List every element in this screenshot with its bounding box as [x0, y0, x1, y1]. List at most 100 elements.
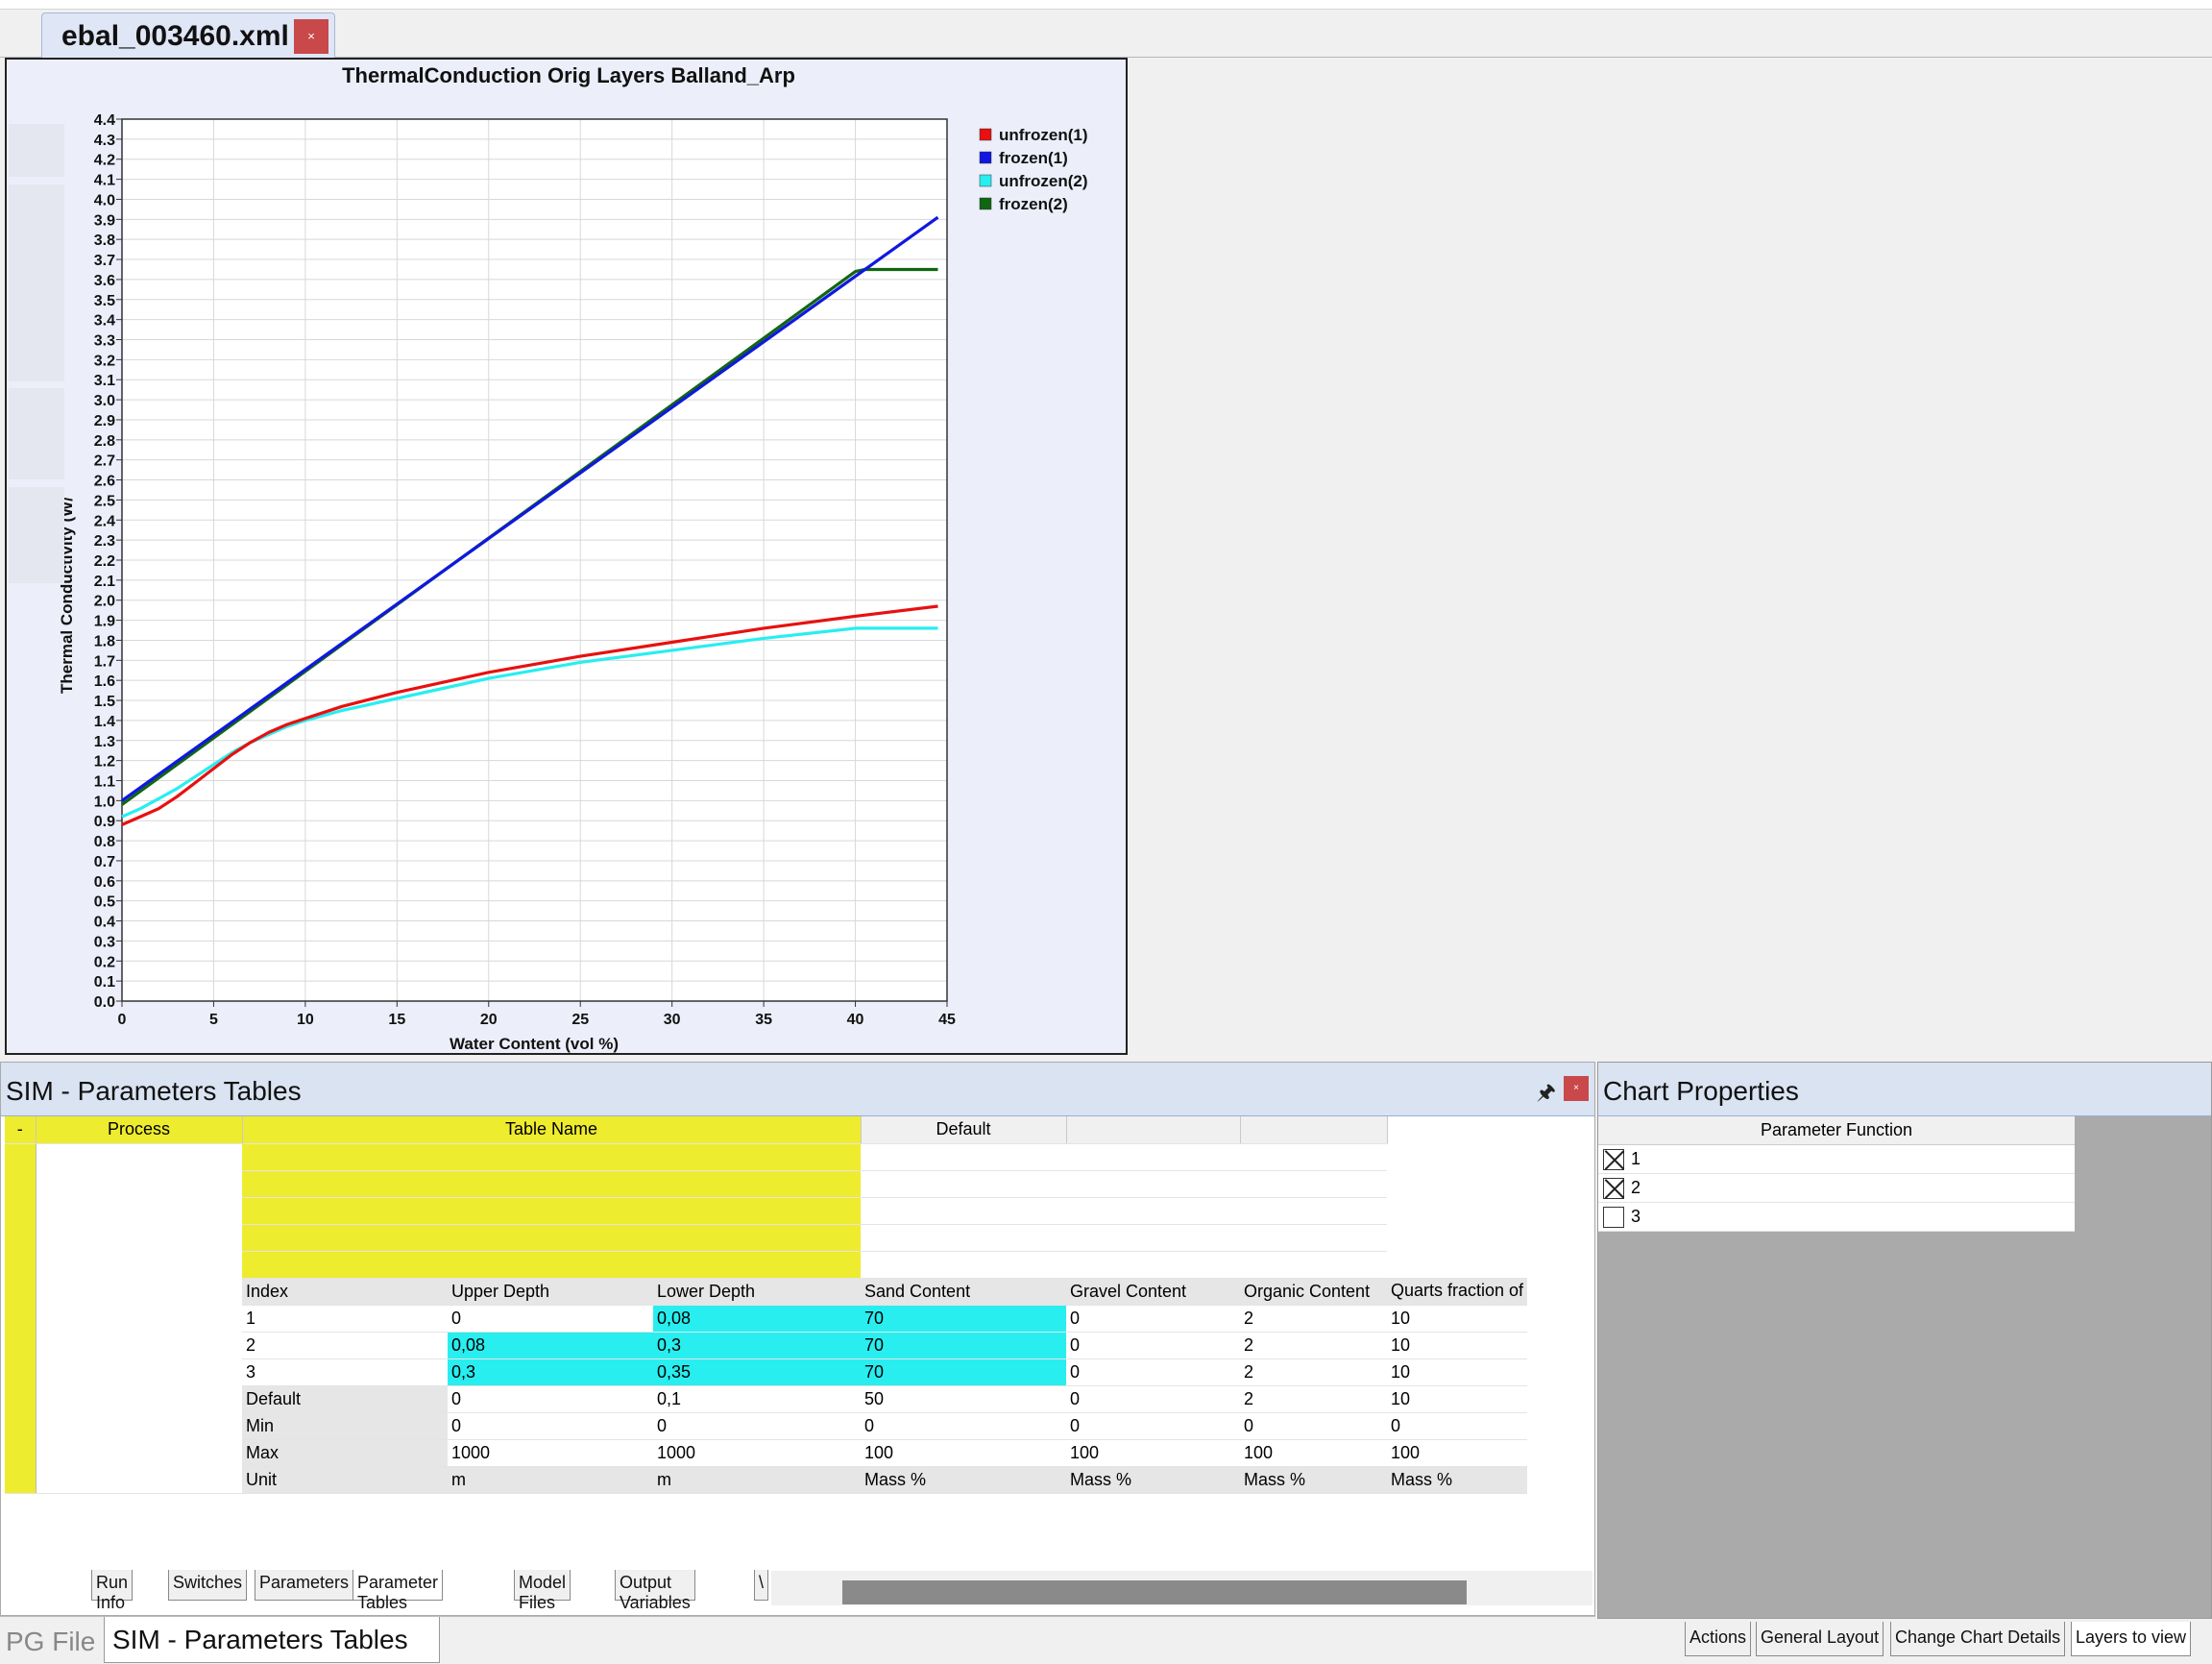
- value-cell[interactable]: 0,1: [653, 1385, 861, 1413]
- value-cell[interactable]: Mass %: [861, 1466, 1066, 1494]
- value-cell[interactable]: 0: [448, 1385, 653, 1413]
- tab-general-layout[interactable]: General Layout: [1756, 1622, 1884, 1656]
- col-header-process[interactable]: Process: [36, 1116, 243, 1144]
- value-cell[interactable]: m: [448, 1466, 653, 1494]
- value-cell[interactable]: 0: [1240, 1412, 1387, 1440]
- chart-svg: 0.0 0.1 0.2 0.3 0.4 0.5 0.6 0.7 0.8 0.9 1.0 1.1 1.2 1…: [58, 63, 1088, 1053]
- value-cell[interactable]: 0: [1387, 1412, 1528, 1440]
- sub-column-header[interactable]: Sand Content: [861, 1278, 1066, 1306]
- tab-sim-parameters-tables[interactable]: SIM - Parameters Tables: [104, 1617, 440, 1663]
- col-header-minus[interactable]: -: [5, 1116, 36, 1144]
- value-cell[interactable]: 10: [1387, 1385, 1528, 1413]
- value-cell[interactable]: 70: [861, 1332, 1066, 1359]
- tab-run-info[interactable]: Run Info: [91, 1570, 134, 1612]
- value-cell[interactable]: 2: [1240, 1385, 1387, 1413]
- close-tab-icon[interactable]: ×: [294, 19, 328, 54]
- value-cell[interactable]: 100: [1240, 1439, 1387, 1467]
- table-default-cell[interactable]: [861, 1143, 1066, 1171]
- value-cell[interactable]: Mass %: [1387, 1466, 1528, 1494]
- table-name-cell[interactable]: [242, 1170, 861, 1198]
- tab-switches[interactable]: Switches: [168, 1570, 248, 1601]
- value-cell[interactable]: 0: [1066, 1385, 1240, 1413]
- table-row[interactable]: [5, 1143, 1527, 1494]
- value-cell[interactable]: 0,3: [448, 1358, 653, 1386]
- tab-model-files[interactable]: Model Files: [514, 1570, 571, 1612]
- tab-pg-file[interactable]: PG File: [6, 1627, 95, 1657]
- value-cell[interactable]: 1000: [653, 1439, 861, 1467]
- sub-column-header[interactable]: Lower Depth: [653, 1278, 861, 1306]
- sub-column-header[interactable]: Upper Depth: [448, 1278, 653, 1306]
- document-tab[interactable]: ebal_003460.xml ×: [41, 12, 335, 58]
- value-cell[interactable]: 100: [1387, 1439, 1528, 1467]
- y-tick-label: 4.1: [94, 173, 115, 189]
- tab-layers-to-view[interactable]: Layers to view: [2071, 1622, 2192, 1656]
- sub-column-header[interactable]: Quarts fraction of: [1387, 1278, 1528, 1306]
- layer-checkbox[interactable]: [1603, 1207, 1624, 1228]
- value-cell[interactable]: 0: [653, 1412, 861, 1440]
- sub-column-header[interactable]: Index: [242, 1278, 448, 1306]
- sub-column-header[interactable]: Gravel Content: [1066, 1278, 1240, 1306]
- table-name-cell[interactable]: [242, 1251, 861, 1279]
- table-default-cell[interactable]: [861, 1197, 1066, 1225]
- value-cell[interactable]: 0: [1066, 1332, 1240, 1359]
- y-tick-label: 2.8: [94, 433, 115, 450]
- value-cell[interactable]: 10: [1387, 1358, 1528, 1386]
- panel-header: SIM - Parameters Tables 🖈 ×: [1, 1063, 1594, 1116]
- table-name-cell[interactable]: [242, 1224, 861, 1252]
- tab-output-variables[interactable]: Output Variables: [615, 1570, 695, 1612]
- col-header-table-name[interactable]: Table Name: [242, 1116, 862, 1144]
- tab--[interactable]: \: [754, 1570, 769, 1601]
- value-cell[interactable]: 100: [1066, 1439, 1240, 1467]
- table-name-cell[interactable]: [242, 1197, 861, 1225]
- table-default-cell[interactable]: [861, 1170, 1066, 1198]
- empty-cell: [1066, 1197, 1387, 1225]
- y-tick-label: 2.4: [94, 513, 115, 529]
- legend-label: unfrozen(1): [999, 126, 1088, 144]
- value-cell[interactable]: 2: [1240, 1358, 1387, 1386]
- value-cell[interactable]: 2: [1240, 1305, 1387, 1333]
- table-default-cell[interactable]: [861, 1224, 1066, 1252]
- value-cell[interactable]: 0: [448, 1412, 653, 1440]
- value-cell[interactable]: m: [653, 1466, 861, 1494]
- value-cell[interactable]: 0,08: [653, 1305, 861, 1333]
- x-tick-label: 15: [388, 1012, 405, 1028]
- value-cell[interactable]: 100: [861, 1439, 1066, 1467]
- layer-checkbox[interactable]: [1603, 1178, 1624, 1199]
- row-label-cell: 3: [242, 1358, 448, 1386]
- list-item[interactable]: 1: [1598, 1145, 2075, 1174]
- tab-parameter-tables[interactable]: Parameter Tables: [352, 1570, 444, 1612]
- value-cell[interactable]: Mass %: [1240, 1466, 1387, 1494]
- tab-change-chart-details[interactable]: Change Chart Details: [1890, 1622, 2066, 1656]
- scrollbar-thumb[interactable]: [842, 1580, 1467, 1604]
- value-cell[interactable]: 0: [1066, 1358, 1240, 1386]
- y-tick-label: 3.3: [94, 333, 115, 350]
- value-cell[interactable]: 70: [861, 1305, 1066, 1333]
- pushpin-icon[interactable]: 🖈: [1537, 1076, 1556, 1113]
- table-name-cell[interactable]: [242, 1143, 861, 1171]
- empty-cell: [1066, 1143, 1387, 1171]
- table-default-cell[interactable]: [861, 1251, 1066, 1279]
- layer-checkbox[interactable]: [1603, 1149, 1624, 1170]
- list-item[interactable]: 3: [1598, 1203, 2075, 1232]
- list-item[interactable]: 2: [1598, 1174, 2075, 1203]
- value-cell[interactable]: 70: [861, 1358, 1066, 1386]
- col-header-default[interactable]: Default: [861, 1116, 1067, 1144]
- tab-actions[interactable]: Actions: [1685, 1622, 1752, 1656]
- value-cell[interactable]: 10: [1387, 1305, 1528, 1333]
- value-cell[interactable]: Mass %: [1066, 1466, 1240, 1494]
- value-cell[interactable]: 10: [1387, 1332, 1528, 1359]
- tab-parameters[interactable]: Parameters: [255, 1570, 354, 1601]
- row-label-cell: Min: [242, 1412, 448, 1440]
- sub-column-header[interactable]: Organic Content: [1240, 1278, 1387, 1306]
- value-cell[interactable]: 0,35: [653, 1358, 861, 1386]
- close-panel-icon[interactable]: ×: [1564, 1076, 1589, 1101]
- value-cell[interactable]: 50: [861, 1385, 1066, 1413]
- value-cell[interactable]: 2: [1240, 1332, 1387, 1359]
- value-cell[interactable]: 0: [1066, 1305, 1240, 1333]
- value-cell[interactable]: 0,08: [448, 1332, 653, 1359]
- value-cell[interactable]: 0: [1066, 1412, 1240, 1440]
- value-cell[interactable]: 0: [448, 1305, 653, 1333]
- value-cell[interactable]: 1000: [448, 1439, 653, 1467]
- value-cell[interactable]: 0: [861, 1412, 1066, 1440]
- value-cell[interactable]: 0,3: [653, 1332, 861, 1359]
